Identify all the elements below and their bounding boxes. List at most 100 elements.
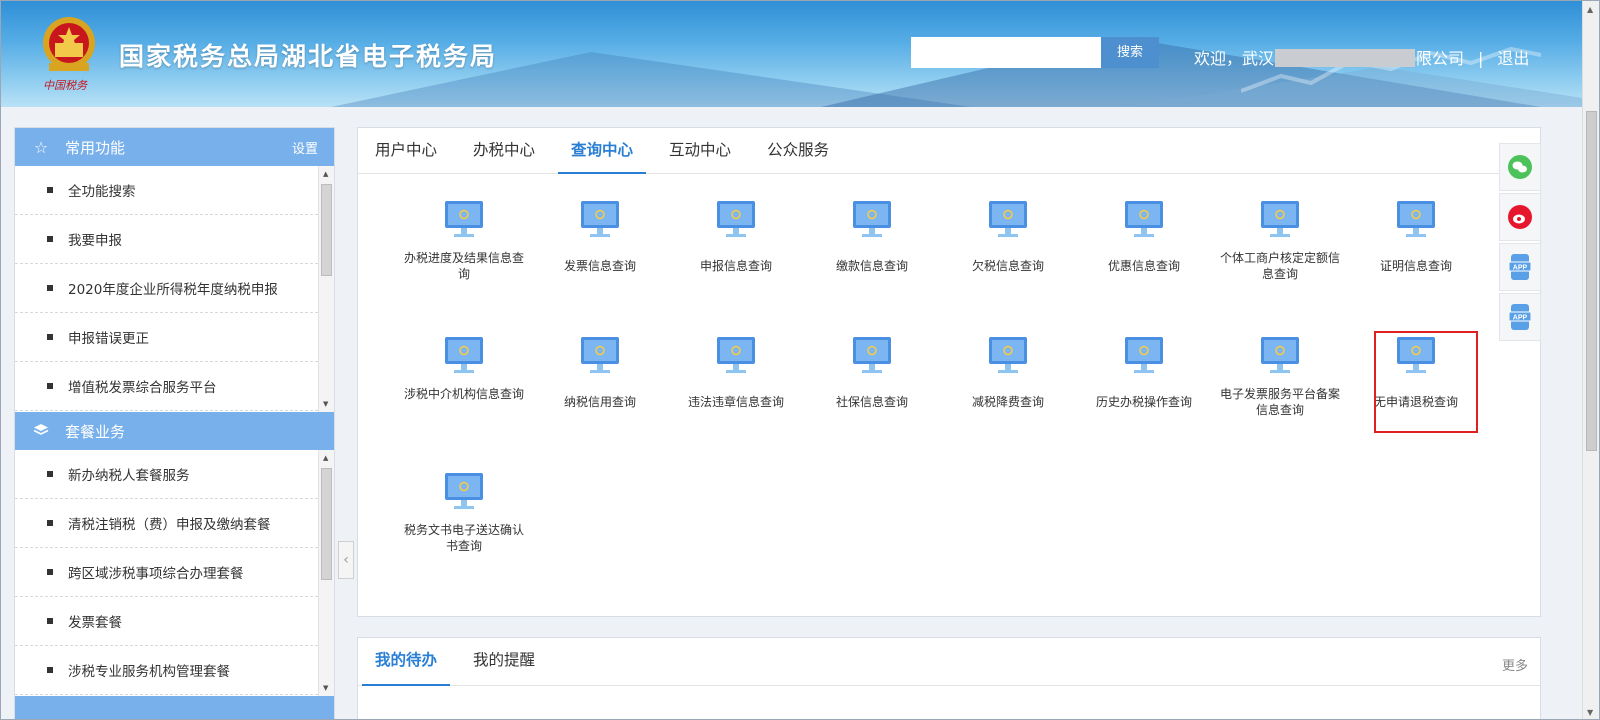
query-item-label: 纳税信用查询 (563, 395, 636, 409)
app-icon[interactable]: APP (1499, 243, 1541, 291)
tab-query-center[interactable]: 查询中心 (558, 128, 647, 174)
bullet-icon (47, 285, 53, 291)
query-item[interactable]: 缴款信息查询 (812, 198, 932, 274)
query-item[interactable]: 优惠信息查询 (1084, 198, 1204, 274)
scroll-down-icon[interactable]: ▼ (1587, 708, 1593, 717)
tab-user-center[interactable]: 用户中心 (362, 128, 450, 173)
browser-window: 中国税务 国家税务总局湖北省电子税务局 搜索 欢迎，武汉 限公司 | 退出 ☆ 常用功… (0, 0, 1600, 720)
scroll-up-icon[interactable]: ▲ (1587, 5, 1593, 14)
query-item[interactable]: 申报信息查询 (676, 198, 796, 274)
wechat-icon[interactable] (1499, 143, 1541, 191)
monitor-icon (578, 334, 622, 378)
header-separator: | (1478, 49, 1484, 68)
monitor-icon (1122, 334, 1166, 378)
site-title: 国家税务总局湖北省电子税务局 (119, 42, 498, 71)
query-item-label: 减税降费查询 (971, 395, 1044, 409)
weibo-icon[interactable] (1499, 193, 1541, 241)
monitor-icon (578, 198, 622, 242)
query-item[interactable]: 减税降费查询 (948, 334, 1068, 410)
query-item[interactable]: 税务文书电子送达确认书查询 (404, 470, 524, 554)
bullet-icon (47, 334, 53, 340)
more-link[interactable]: 更多 (1502, 655, 1528, 674)
tab-my-todo[interactable]: 我的待办 (362, 638, 451, 686)
tab-interaction-center[interactable]: 互动中心 (656, 128, 744, 173)
package-item-invoice[interactable]: 发票套餐 (15, 597, 318, 646)
common-item-vat-platform[interactable]: 增值税发票综合服务平台 (15, 362, 318, 411)
query-item-label: 税务文书电子送达确认书查询 (404, 523, 525, 553)
monitor-icon (986, 334, 1030, 378)
scrollbar-thumb[interactable] (1586, 111, 1597, 451)
query-item[interactable]: 纳税信用查询 (540, 334, 660, 410)
svg-text:APP: APP (1513, 315, 1528, 322)
package-item-cross-region[interactable]: 跨区域涉税事项综合办理套餐 (15, 548, 318, 597)
list-item-label: 涉税专业服务机构管理套餐 (68, 664, 230, 680)
query-item[interactable]: 历史办税操作查询 (1084, 334, 1204, 410)
list-item-label: 我要申报 (68, 233, 122, 249)
collapse-sidebar-button[interactable]: ‹ (338, 541, 354, 579)
welcome-bar: 欢迎，武汉 限公司 | 退出 (1194, 45, 1529, 69)
page-scrollbar[interactable]: ▲ ▼ (1582, 1, 1599, 719)
bullet-icon (47, 383, 53, 389)
logout-link[interactable]: 退出 (1497, 49, 1529, 68)
list-item-label: 跨区域涉税事项综合办理套餐 (68, 566, 244, 582)
tab-public-service[interactable]: 公众服务 (754, 128, 842, 173)
query-item[interactable]: 欠税信息查询 (948, 198, 1068, 274)
app-icon[interactable]: APP (1499, 293, 1541, 341)
highlight-box (1374, 331, 1478, 433)
query-item[interactable]: 个体工商户核定定额信息查询 (1220, 198, 1340, 282)
scroll-up-icon[interactable]: ▲ (323, 454, 328, 462)
monitor-icon (442, 198, 486, 242)
tab-tax-center[interactable]: 办税中心 (460, 128, 548, 173)
common-list-scrollbar[interactable]: ▲ ▼ (318, 166, 334, 412)
list-item-label: 申报错误更正 (68, 331, 149, 347)
monitor-icon (442, 470, 486, 514)
bullet-icon (47, 667, 53, 673)
tab-my-reminders[interactable]: 我的提醒 (460, 638, 548, 685)
package-item-agency[interactable]: 涉税专业服务机构管理套餐 (15, 646, 318, 695)
svg-text:APP: APP (1513, 265, 1528, 272)
query-item[interactable]: 违法违章信息查询 (676, 334, 796, 410)
monitor-icon (986, 198, 1030, 242)
monitor-icon (1258, 334, 1302, 378)
monitor-icon (714, 334, 758, 378)
common-item-search[interactable]: 全功能搜索 (15, 166, 318, 215)
bullet-icon (47, 471, 53, 477)
common-item-declare[interactable]: 我要申报 (15, 215, 318, 264)
packages-title: 套餐业务 (65, 422, 126, 441)
query-item[interactable]: 办税进度及结果信息查询 (404, 198, 524, 282)
packages-list-scrollbar[interactable]: ▲ ▼ (318, 450, 334, 696)
scroll-down-icon[interactable]: ▼ (323, 684, 328, 692)
list-item-label: 全功能搜索 (68, 184, 136, 200)
package-item-new-taxpayer[interactable]: 新办纳税人套餐服务 (15, 450, 318, 499)
package-item-deregistration[interactable]: 清税注销税（费）申报及缴纳套餐 (15, 499, 318, 548)
query-item-label: 证明信息查询 (1379, 259, 1452, 273)
common-functions-title: 常用功能 (65, 138, 126, 157)
packages-list: 新办纳税人套餐服务 清税注销税（费）申报及缴纳套餐 跨区域涉税事项综合办理套餐 … (15, 450, 334, 696)
query-item[interactable]: 发票信息查询 (540, 198, 660, 274)
scrollbar-thumb[interactable] (321, 468, 332, 580)
query-item-label: 违法违章信息查询 (687, 395, 784, 409)
common-item-correction[interactable]: 申报错误更正 (15, 313, 318, 362)
query-item-label: 历史办税操作查询 (1095, 395, 1192, 409)
bullet-icon (47, 618, 53, 624)
settings-link[interactable]: 设置 (292, 138, 318, 157)
search-button[interactable]: 搜索 (1101, 37, 1159, 68)
list-item-label: 2020年度企业所得税年度纳税申报 (68, 282, 278, 298)
emblem-text: 中国税务 (43, 79, 87, 92)
query-item[interactable]: 证明信息查询 (1356, 198, 1476, 274)
query-item-label: 申报信息查询 (699, 259, 772, 273)
welcome-prefix: 欢迎，武汉 (1194, 49, 1275, 68)
scroll-down-icon[interactable]: ▼ (323, 400, 328, 408)
monitor-icon (1258, 198, 1302, 242)
common-item-annual-cit[interactable]: 2020年度企业所得税年度纳税申报 (15, 264, 318, 313)
search-input[interactable] (911, 37, 1101, 68)
list-item-label: 增值税发票综合服务平台 (68, 380, 217, 396)
query-item[interactable]: 社保信息查询 (812, 334, 932, 410)
query-item-label: 发票信息查询 (563, 259, 636, 273)
query-item[interactable]: 涉税中介机构信息查询 (404, 334, 524, 402)
star-icon: ☆ (33, 137, 49, 157)
scroll-up-icon[interactable]: ▲ (323, 170, 328, 178)
todo-panel: 我的待办 我的提醒 更多 (357, 637, 1541, 719)
query-item[interactable]: 电子发票服务平台备案信息查询 (1220, 334, 1340, 418)
scrollbar-thumb[interactable] (321, 184, 332, 276)
